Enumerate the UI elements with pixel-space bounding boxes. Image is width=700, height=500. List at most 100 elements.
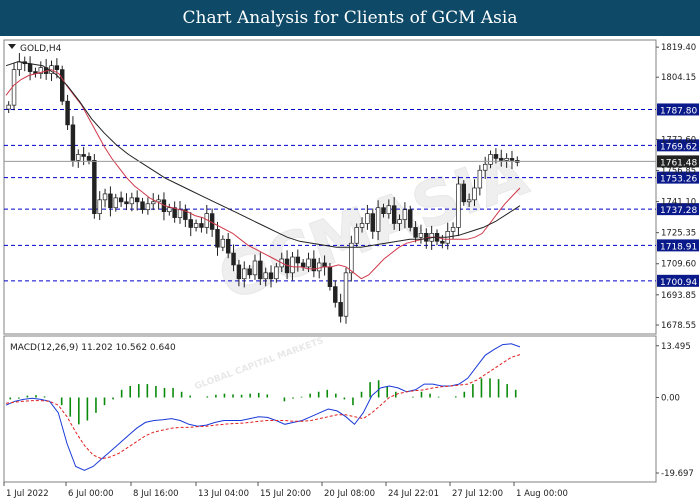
candle-body <box>327 266 333 287</box>
price-tick-label: 1756.85 <box>661 167 696 177</box>
time-tick-label: 6 Jul 00:00 <box>68 489 114 499</box>
candle-body <box>97 199 102 214</box>
candle-body <box>151 201 156 205</box>
candle-body <box>220 238 226 248</box>
candle-body <box>354 227 359 244</box>
candle-body <box>295 256 301 264</box>
candle-body <box>488 154 493 165</box>
price-chart-title: GOLD,H4 <box>20 44 62 54</box>
macd-tick-label: -19.697 <box>661 469 694 479</box>
candle-body <box>108 193 113 209</box>
candle-body <box>129 197 135 205</box>
sr-label: 1700.94 <box>660 278 697 288</box>
macd-indicator: 13.495 0.00 -19.697 <box>5 342 694 479</box>
candle-body <box>263 272 268 280</box>
candle-body <box>274 266 279 280</box>
sr-label: 1737.28 <box>660 206 697 216</box>
candle-body <box>193 223 199 228</box>
candle-body <box>338 302 343 317</box>
candle-body <box>370 213 375 232</box>
macd-tick-label: 0.00 <box>661 394 680 404</box>
dropdown-triangle-icon <box>8 44 16 49</box>
candle-body <box>54 65 60 70</box>
current-price-line: 1761.48 <box>4 155 699 168</box>
candle-body <box>65 100 70 126</box>
macd-tick-label: 13.495 <box>661 342 691 352</box>
time-tick-label: 20 Jul 08:00 <box>324 489 375 499</box>
candle-body <box>365 213 370 224</box>
price-tick-label: 1709.60 <box>661 260 696 270</box>
macd-title: MACD(12,26,9) 11.202 10.562 0.640 <box>10 343 176 353</box>
time-tick-label: 24 Jul 22:01 <box>388 489 439 499</box>
candle-body <box>482 163 488 171</box>
candle-body <box>413 227 418 238</box>
price-tick-label: 1693.85 <box>661 291 696 301</box>
candle-body <box>300 262 306 268</box>
price-tick-label: 1819.40 <box>661 43 696 53</box>
candle-body <box>172 207 177 218</box>
candle-body <box>17 61 22 70</box>
candle-body <box>59 69 65 102</box>
candle-body <box>359 223 365 228</box>
watermark-tagline: GLOBAL CAPITAL MARKETS <box>193 336 325 392</box>
candle-body <box>225 238 231 254</box>
candle-body <box>397 219 402 224</box>
candle-body <box>252 260 258 276</box>
candle-body <box>118 197 124 203</box>
candle-body <box>322 262 327 268</box>
candle-body <box>92 160 97 214</box>
candle-body <box>231 252 236 266</box>
price-tick-label: 1725.35 <box>661 229 696 239</box>
candle-body <box>6 104 11 110</box>
price-tick-label: 1772.60 <box>661 135 696 145</box>
candle-body <box>268 272 274 280</box>
candle-body <box>188 219 193 228</box>
price-tick-label: 1804.15 <box>661 73 696 83</box>
time-axis: 1 Jul 2022 6 Jul 00:00 8 Jul 16:00 13 Jul 0… <box>3 482 568 499</box>
candle-body <box>493 154 499 159</box>
time-tick-label: 15 Jul 20:00 <box>260 489 311 499</box>
candle-body <box>247 268 252 276</box>
candle-body <box>177 209 183 218</box>
candle-body <box>113 197 118 209</box>
candle-body <box>472 187 477 201</box>
time-tick-label: 27 Jul 12:00 <box>452 489 503 499</box>
candle-body <box>386 205 392 214</box>
candle-body <box>450 227 456 232</box>
price-tick-label: 1741.10 <box>661 198 696 208</box>
candle-body <box>440 240 445 244</box>
candle-body <box>102 193 108 201</box>
candle-body <box>381 207 386 214</box>
time-tick-label: 1 Aug 00:00 <box>516 489 568 499</box>
candle-body <box>343 272 349 317</box>
candle-body <box>134 197 140 203</box>
candle-body <box>140 201 145 211</box>
candle-body <box>375 207 381 232</box>
candle-body <box>70 124 76 161</box>
chart-canvas: GCMASIA GLOBAL CAPITAL MARKETS 1787.8017… <box>3 39 699 499</box>
candle-body <box>236 264 242 280</box>
candle-body <box>316 262 322 272</box>
candle-body <box>258 260 263 280</box>
candle-body <box>509 158 515 161</box>
candle-body <box>504 158 509 161</box>
candle-body <box>466 199 472 203</box>
candle-body <box>86 156 92 161</box>
candle-body <box>11 69 17 106</box>
candle-body <box>145 203 151 211</box>
price-tick-label: 1678.55 <box>661 321 696 331</box>
symbol-marker: GOLD,H4 <box>8 44 62 54</box>
candle-body <box>402 209 408 220</box>
candle-body <box>167 207 172 213</box>
candle-body <box>499 158 504 161</box>
candle-body <box>76 154 81 161</box>
candle-body <box>81 154 86 157</box>
candle-body <box>408 209 413 228</box>
time-tick-label: 13 Jul 04:00 <box>198 489 249 499</box>
sr-label: 1787.80 <box>660 106 697 116</box>
candle-body <box>477 169 483 189</box>
page-title: Chart Analysis for Clients of GCM Asia <box>0 0 700 36</box>
time-tick-label: 8 Jul 16:00 <box>133 489 179 499</box>
time-tick-label: 1 Jul 2022 <box>6 489 49 499</box>
candle-body <box>27 63 33 72</box>
